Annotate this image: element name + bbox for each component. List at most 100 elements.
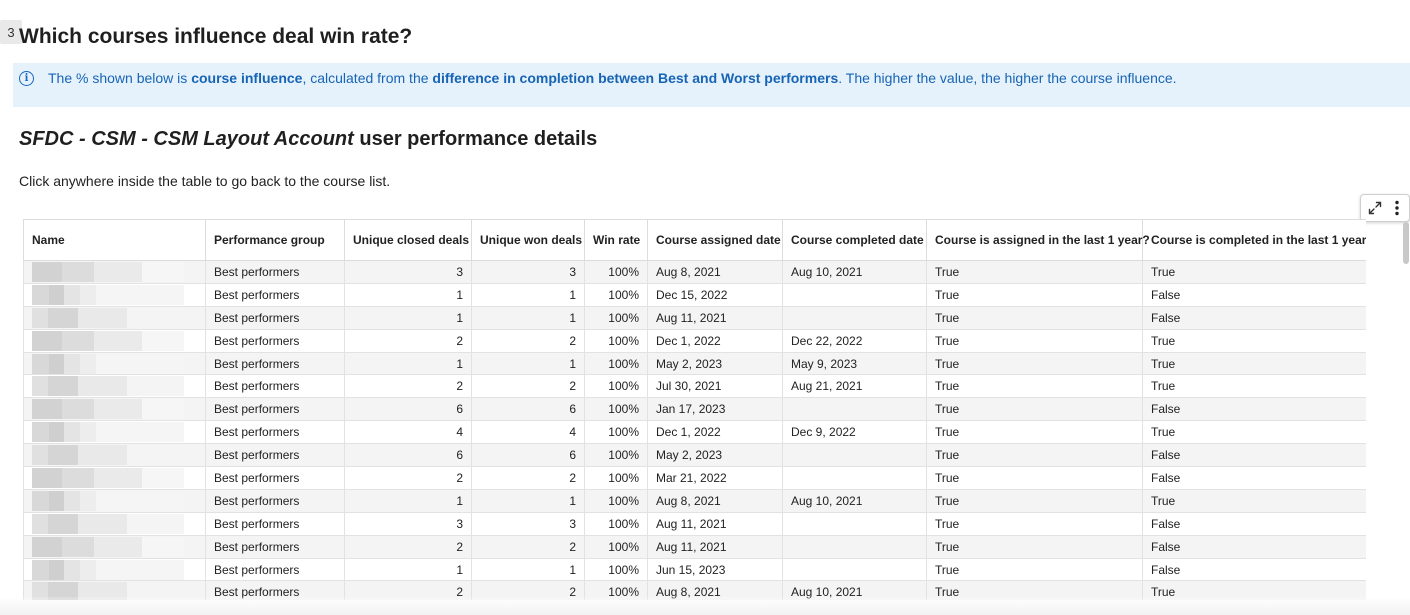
table-row[interactable]: Best performers 6 6 100% Jan 17, 2023 True Fal… — [23, 397, 1366, 422]
cell-unique-closed-deals: 1 — [344, 305, 472, 330]
cell-course-completed-date — [782, 305, 927, 330]
column-header-name[interactable]: Name — [23, 219, 206, 261]
cell-assigned-last-year: True — [926, 351, 1143, 376]
info-banner: i The % shown below is course influence,… — [13, 63, 1410, 107]
cell-performance-group: Best performers — [205, 511, 345, 536]
cell-win-rate: 100% — [584, 534, 648, 559]
column-header-unique-won-deals[interactable]: Unique won deals — [471, 219, 585, 261]
cell-course-completed-date — [782, 282, 927, 307]
info-text-difference: difference in completion between Best an… — [432, 70, 839, 86]
cell-name — [23, 557, 206, 582]
cell-course-completed-date: Dec 9, 2022 — [782, 420, 927, 445]
cell-unique-won-deals: 6 — [471, 397, 585, 422]
redacted-name — [32, 261, 184, 282]
cell-assigned-last-year: True — [926, 374, 1143, 399]
info-text-course-influence: course influence — [191, 70, 303, 86]
expand-arrows-icon[interactable] — [1363, 195, 1387, 221]
cell-unique-closed-deals: 4 — [344, 420, 472, 445]
section-title: SFDC - CSM - CSM Layout Account user per… — [19, 128, 597, 151]
cell-unique-closed-deals: 1 — [344, 488, 472, 513]
cell-unique-closed-deals: 2 — [344, 374, 472, 399]
cell-unique-won-deals: 1 — [471, 557, 585, 582]
cell-completed-last-year: False — [1142, 511, 1366, 536]
table-bottom-fade — [0, 597, 1410, 615]
cell-unique-closed-deals: 1 — [344, 282, 472, 307]
cell-name — [23, 397, 206, 422]
cell-completed-last-year: False — [1142, 466, 1366, 490]
cell-name — [23, 260, 206, 284]
table-row[interactable]: Best performers 4 4 100% Dec 1, 2022 Dec 9, 2… — [23, 420, 1366, 445]
column-header-unique-closed-deals[interactable]: Unique closed deals — [344, 219, 472, 261]
cell-assigned-last-year: True — [926, 282, 1143, 307]
cell-unique-closed-deals: 6 — [344, 443, 472, 468]
performance-details-table[interactable]: Name Performance group Unique closed dea… — [23, 219, 1366, 600]
table-row[interactable]: Best performers 3 3 100% Aug 8, 2021 Aug 10, … — [23, 260, 1366, 284]
cell-assigned-last-year: True — [926, 557, 1143, 582]
cell-name — [23, 511, 206, 536]
redacted-name — [32, 330, 184, 351]
cell-course-assigned-date: May 2, 2023 — [647, 443, 783, 468]
cell-assigned-last-year: True — [926, 511, 1143, 536]
cell-performance-group: Best performers — [205, 488, 345, 513]
cell-assigned-last-year: True — [926, 328, 1143, 353]
table-row[interactable]: Best performers 2 2 100% Mar 21, 2022 True Fal… — [23, 466, 1366, 490]
cell-course-assigned-date: May 2, 2023 — [647, 351, 783, 376]
cell-unique-won-deals: 2 — [471, 534, 585, 559]
cell-performance-group: Best performers — [205, 420, 345, 445]
table-row[interactable]: Best performers 1 1 100% Jun 15, 2023 True Fal… — [23, 557, 1366, 582]
table-header-row: Name Performance group Unique closed dea… — [23, 219, 1366, 261]
cell-unique-won-deals: 6 — [471, 443, 585, 468]
cell-course-assigned-date: Jul 30, 2021 — [647, 374, 783, 399]
cell-performance-group: Best performers — [205, 305, 345, 330]
cell-win-rate: 100% — [584, 397, 648, 422]
cell-performance-group: Best performers — [205, 351, 345, 376]
redacted-name — [32, 513, 184, 534]
cell-assigned-last-year: True — [926, 420, 1143, 445]
column-header-assigned-last-year[interactable]: Course is assigned in the last 1 year? — [926, 219, 1150, 261]
table-row[interactable]: Best performers 1 1 100% Dec 15, 2022 True Fal… — [23, 282, 1366, 307]
cell-win-rate: 100% — [584, 511, 648, 536]
table-row[interactable]: Best performers 6 6 100% May 2, 2023 True Fals… — [23, 443, 1366, 468]
cell-course-completed-date: Aug 10, 2021 — [782, 488, 927, 513]
cell-assigned-last-year: True — [926, 397, 1143, 422]
kebab-menu-icon[interactable] — [1387, 195, 1407, 221]
table-widget-toolbar — [1360, 194, 1410, 222]
cell-unique-closed-deals: 3 — [344, 260, 472, 284]
table-scrollbar[interactable] — [1403, 222, 1409, 264]
cell-win-rate: 100% — [584, 420, 648, 445]
info-text-part-1: The % shown below is — [48, 70, 192, 86]
info-banner-text: The % shown below is course influence, c… — [48, 70, 1177, 86]
cell-performance-group: Best performers — [205, 282, 345, 307]
info-text-part-2: , calculated from the — [302, 70, 433, 86]
cell-course-assigned-date: Dec 1, 2022 — [647, 328, 783, 353]
cell-course-assigned-date: Aug 11, 2021 — [647, 534, 783, 559]
cell-win-rate: 100% — [584, 351, 648, 376]
cell-assigned-last-year: True — [926, 466, 1143, 490]
cell-assigned-last-year: True — [926, 534, 1143, 559]
table-row[interactable]: Best performers 3 3 100% Aug 11, 2021 True Fal… — [23, 511, 1366, 536]
column-header-completed-last-year[interactable]: Course is completed in the last 1 year? — [1142, 219, 1366, 261]
cell-unique-won-deals: 2 — [471, 466, 585, 490]
column-header-performance-group[interactable]: Performance group — [205, 219, 345, 261]
table-row[interactable]: Best performers 2 2 100% Dec 1, 2022 Dec 22, … — [23, 328, 1366, 353]
table-row[interactable]: Best performers 1 1 100% May 2, 2023 May 9, 2… — [23, 351, 1366, 376]
table-row[interactable]: Best performers 1 1 100% Aug 8, 2021 Aug 10, … — [23, 488, 1366, 513]
cell-course-completed-date — [782, 443, 927, 468]
cell-name — [23, 420, 206, 445]
cell-performance-group: Best performers — [205, 328, 345, 353]
cell-performance-group: Best performers — [205, 443, 345, 468]
redacted-name — [32, 536, 184, 557]
cell-name — [23, 443, 206, 468]
column-header-course-completed-date[interactable]: Course completed date — [782, 219, 927, 261]
column-header-win-rate[interactable]: Win rate — [584, 219, 648, 261]
table-row[interactable]: Best performers 1 1 100% Aug 11, 2021 True Fal… — [23, 305, 1366, 330]
cell-course-completed-date: Aug 21, 2021 — [782, 374, 927, 399]
table-row[interactable]: Best performers 2 2 100% Aug 11, 2021 True Fal… — [23, 534, 1366, 559]
cell-win-rate: 100% — [584, 260, 648, 284]
table-row[interactable]: Best performers 2 2 100% Jul 30, 2021 Aug 21,… — [23, 374, 1366, 399]
cell-course-assigned-date: Dec 1, 2022 — [647, 420, 783, 445]
cell-course-completed-date — [782, 534, 927, 559]
cell-unique-won-deals: 3 — [471, 511, 585, 536]
redacted-name — [32, 422, 184, 443]
column-header-course-assigned-date[interactable]: Course assigned date — [647, 219, 783, 261]
